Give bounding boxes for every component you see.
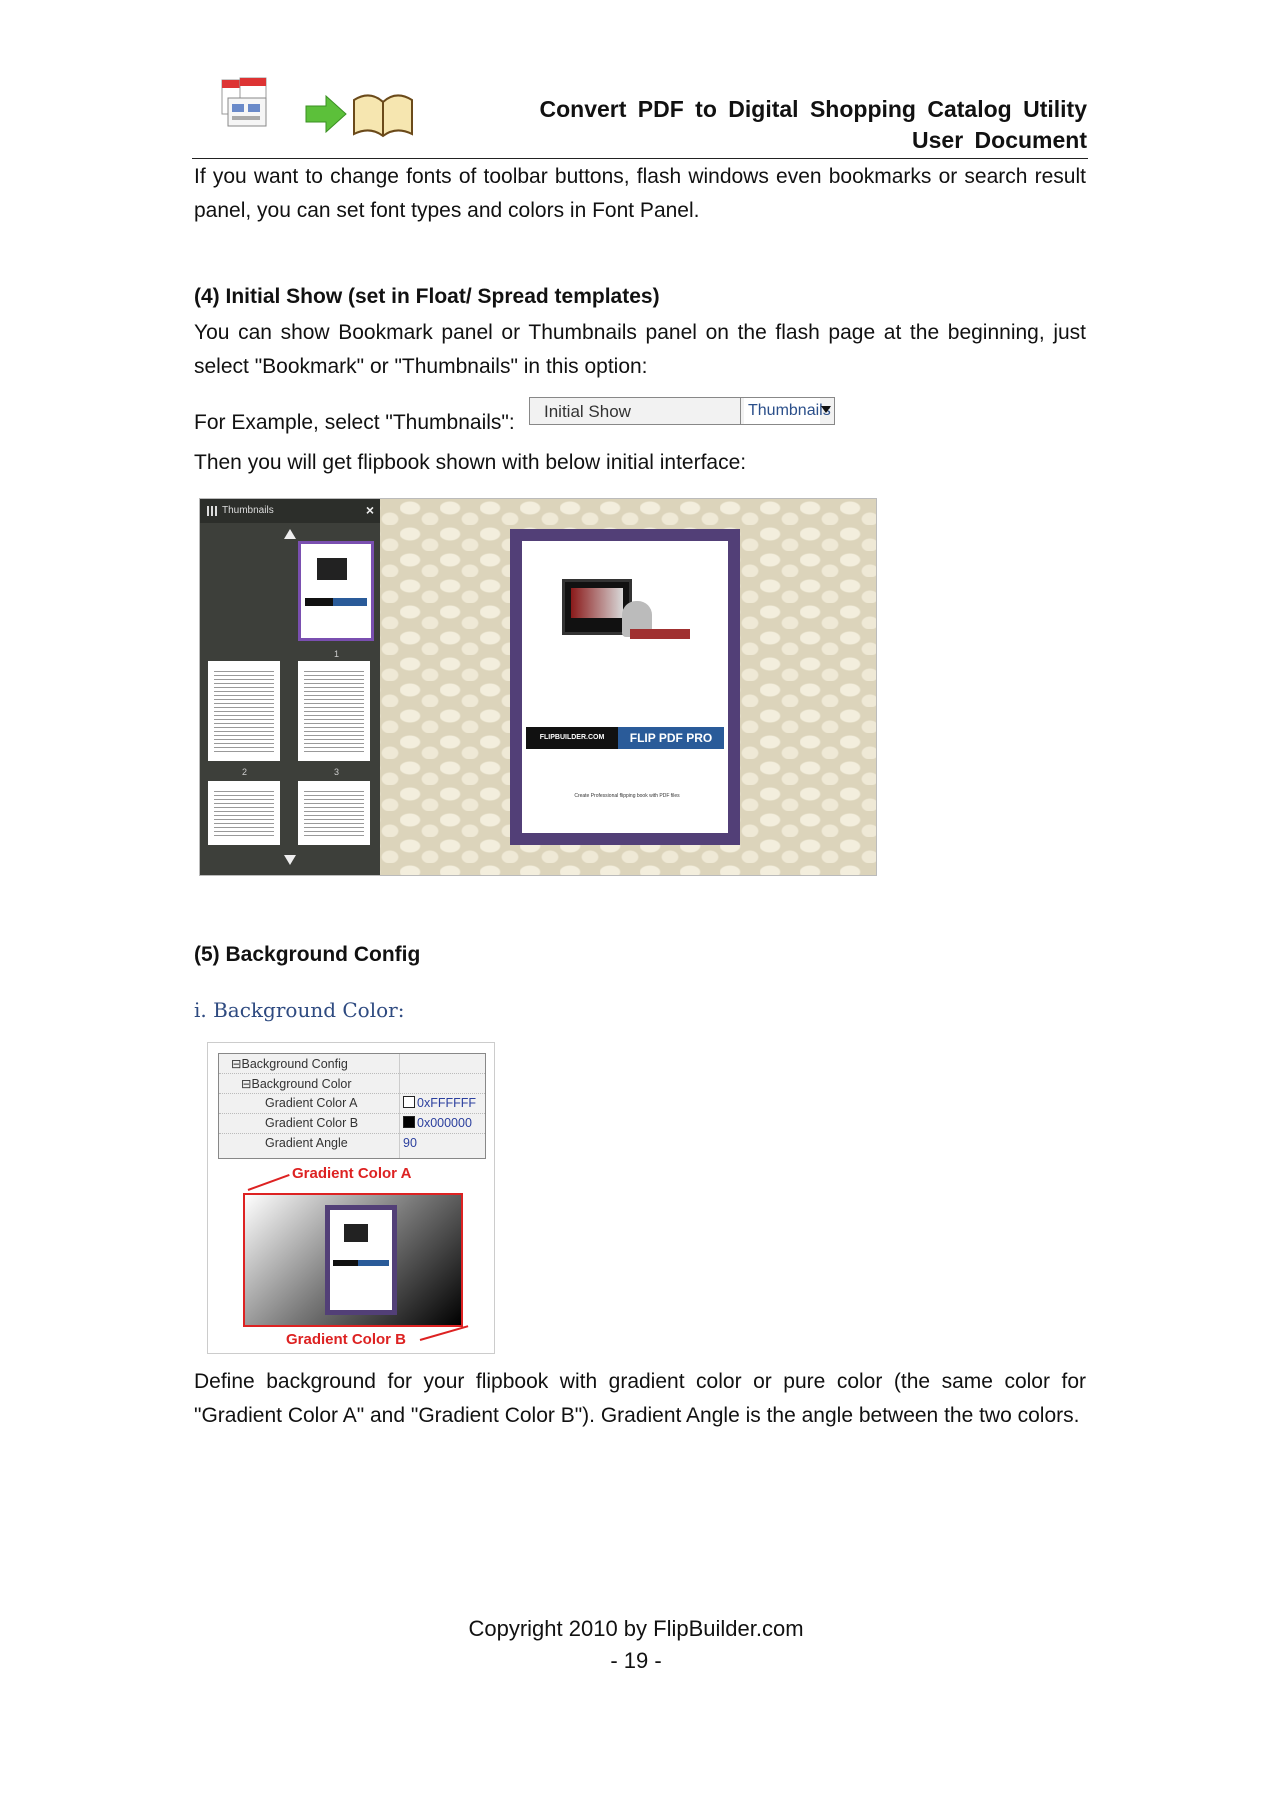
gradient-color-a-label: Gradient Color A bbox=[292, 1165, 412, 1182]
footer-copyright: Copyright 2010 by FlipBuilder.com bbox=[468, 1616, 804, 1641]
mini-text-lines bbox=[214, 671, 274, 753]
page-number: 3 bbox=[334, 767, 340, 777]
thumbnail-page-2[interactable] bbox=[208, 661, 280, 761]
color-swatch bbox=[403, 1096, 415, 1108]
property-value-text: 0x000000 bbox=[417, 1116, 472, 1130]
red-book-illustration bbox=[630, 629, 690, 639]
banner-right: FLIP PDF PRO bbox=[618, 727, 724, 749]
property-group-row[interactable]: ⊟Background Config bbox=[219, 1054, 485, 1074]
property-value[interactable]: 90 bbox=[403, 1136, 417, 1150]
green-arrow-icon bbox=[305, 94, 347, 134]
header-rule bbox=[192, 158, 1088, 159]
background-color-subheading: i. Background Color: bbox=[194, 998, 405, 1022]
arrow-a bbox=[247, 1174, 290, 1191]
preview-banner bbox=[333, 1260, 389, 1266]
property-subgroup-row[interactable]: ⊟Background Color bbox=[219, 1074, 485, 1094]
property-row[interactable]: Gradient Color A 0xFFFFFF bbox=[219, 1094, 485, 1114]
thumbnails-panel: Thumbnails × 1 2 3 bbox=[200, 499, 380, 875]
property-key: Gradient Color B bbox=[265, 1116, 359, 1130]
title-line-2: User Document bbox=[912, 127, 1087, 153]
group-label-text: Background Config bbox=[241, 1057, 348, 1071]
initial-show-value-text: Thumbnails bbox=[748, 402, 831, 419]
dropdown-arrow-icon[interactable] bbox=[821, 406, 831, 413]
banner-left: FLIPBUILDER.COM bbox=[526, 727, 618, 749]
initial-show-select[interactable]: Initial Show Thumbnails bbox=[529, 397, 835, 425]
intro-paragraph: If you want to change fonts of toolbar b… bbox=[194, 165, 1086, 222]
preview-book-page bbox=[330, 1210, 392, 1310]
page-number: 1 bbox=[334, 649, 340, 659]
monitor-screen bbox=[571, 588, 623, 618]
thumbnail-page-3[interactable] bbox=[298, 661, 370, 761]
property-subgroup-label: ⊟Background Color bbox=[241, 1077, 352, 1091]
property-row[interactable]: Gradient Angle 90 bbox=[219, 1134, 485, 1153]
scroll-down-icon[interactable] bbox=[284, 855, 296, 865]
select-divider bbox=[740, 398, 741, 424]
flipbook-screenshot: Thumbnails × 1 2 3 FLIPBUILDER.COM FLIP … bbox=[199, 498, 877, 876]
result-text: Then you will get flipbook shown with be… bbox=[194, 451, 747, 474]
book-page: FLIPBUILDER.COM FLIP PDF PRO Create Prof… bbox=[522, 541, 728, 833]
thumbnail-page-1[interactable] bbox=[298, 541, 374, 641]
page-number: 2 bbox=[242, 767, 248, 777]
initial-show-label: Initial Show bbox=[544, 402, 631, 421]
property-table: ⊟Background Config ⊟Background Color Gra… bbox=[218, 1053, 486, 1159]
preview-book bbox=[325, 1205, 397, 1315]
color-swatch bbox=[403, 1116, 415, 1128]
section-4-heading: (4) Initial Show (set in Float/ Spread t… bbox=[194, 285, 660, 308]
book-area: FLIPBUILDER.COM FLIP PDF PRO Create Prof… bbox=[380, 499, 876, 875]
mini-monitor bbox=[317, 558, 347, 580]
property-value-text: 0xFFFFFF bbox=[417, 1096, 477, 1110]
mini-text-lines bbox=[304, 791, 364, 837]
mini-banner bbox=[305, 598, 367, 606]
cover-banner: FLIPBUILDER.COM FLIP PDF PRO bbox=[526, 727, 724, 749]
property-value[interactable]: 0x000000 bbox=[403, 1116, 472, 1130]
book-cover[interactable]: FLIPBUILDER.COM FLIP PDF PRO Create Prof… bbox=[510, 529, 740, 845]
property-key: Gradient Color A bbox=[265, 1096, 358, 1110]
cover-tagline: Create Professional flipping book with P… bbox=[574, 793, 680, 799]
section-4-body: You can show Bookmark panel or Thumbnail… bbox=[194, 321, 1086, 378]
grid-icon bbox=[207, 506, 217, 516]
property-value[interactable]: 0xFFFFFF bbox=[403, 1096, 476, 1110]
thumbnail-page-5[interactable] bbox=[298, 781, 370, 845]
mini-text-lines bbox=[214, 791, 274, 837]
footer-page-number: - 19 - bbox=[610, 1648, 662, 1673]
scroll-up-icon[interactable] bbox=[284, 529, 296, 539]
close-icon[interactable]: × bbox=[366, 502, 374, 518]
section-5-heading: (5) Background Config bbox=[194, 943, 421, 966]
mini-text-lines bbox=[304, 671, 364, 753]
title-line-1: Convert PDF to Digital Shopping Catalog … bbox=[539, 96, 1088, 122]
arrow-b bbox=[419, 1325, 469, 1341]
property-row[interactable]: Gradient Color B 0x000000 bbox=[219, 1114, 485, 1134]
initial-show-value[interactable]: Thumbnails bbox=[744, 398, 831, 424]
thumbnails-panel-title: Thumbnails bbox=[222, 505, 274, 516]
gradient-preview bbox=[243, 1193, 463, 1327]
thumbnail-page-4[interactable] bbox=[208, 781, 280, 845]
example-label: For Example, select "Thumbnails": bbox=[194, 411, 515, 434]
thumbnails-panel-header: Thumbnails × bbox=[200, 499, 380, 523]
preview-monitor bbox=[344, 1224, 368, 1242]
document-title: Convert PDF to Digital Shopping Catalog … bbox=[387, 94, 1088, 156]
gradient-color-b-label: Gradient Color B bbox=[286, 1331, 407, 1348]
property-key: Gradient Angle bbox=[265, 1136, 348, 1150]
background-config-figure: ⊟Background Config ⊟Background Color Gra… bbox=[207, 1042, 495, 1354]
property-group-label: ⊟Background Config bbox=[231, 1057, 348, 1071]
subgroup-label-text: Background Color bbox=[251, 1077, 352, 1091]
section-5-body: Define background for your flipbook with… bbox=[194, 1370, 1086, 1427]
